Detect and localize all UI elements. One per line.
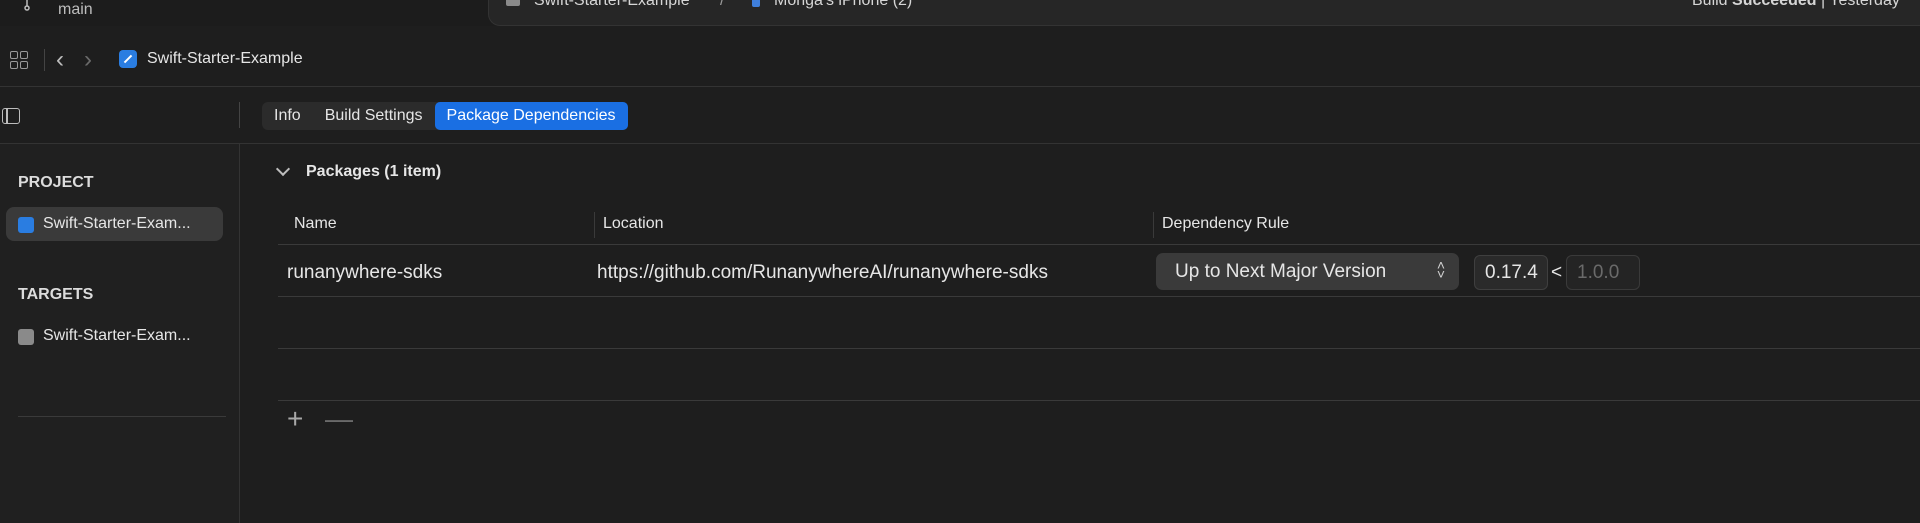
project-targets-sidebar: PROJECT Swift-Starter-Exam... TARGETS Sw… <box>0 144 240 523</box>
xcode-project-icon <box>119 50 137 68</box>
dependency-rule-value: Up to Next Major Version <box>1175 261 1387 282</box>
sidebar-item-target[interactable]: Swift-Starter-Exam... <box>6 319 223 353</box>
scheme-separator: / <box>720 0 725 9</box>
column-divider <box>1153 212 1154 238</box>
column-header-location[interactable]: Location <box>603 215 664 233</box>
scheme-selector[interactable]: Swift-Starter-Example <box>534 0 690 10</box>
device-selector[interactable]: Monga's iPhone (2) <box>774 0 912 10</box>
max-version-field[interactable]: 1.0.0 <box>1566 255 1640 290</box>
column-header-dependency-rule[interactable]: Dependency Rule <box>1162 215 1289 233</box>
sidebar-divider <box>18 416 226 417</box>
packages-section-title: Packages (1 item) <box>306 163 442 180</box>
chevron-up-down-icon: ˄ ˅ <box>1436 257 1445 282</box>
tab-package-dependencies[interactable]: Package Dependencies <box>434 102 628 130</box>
min-version-field[interactable]: 0.17.4 <box>1474 255 1548 290</box>
tab-info[interactable]: Info <box>262 102 313 130</box>
branch-icon <box>24 0 30 11</box>
jumpbar-project-title[interactable]: Swift-Starter-Example <box>147 50 303 68</box>
disclosure-chevron-icon[interactable] <box>275 161 291 177</box>
less-than-label: < <box>1551 262 1563 283</box>
dependency-rule-popup[interactable]: Up to Next Major Version ˄ ˅ <box>1156 253 1459 290</box>
package-location[interactable]: https://github.com/RunanywhereAI/runanyw… <box>597 262 1048 284</box>
build-status: Build Succeeded | Yesterday <box>1692 0 1900 10</box>
build-status-time: | Yesterday <box>1820 0 1900 9</box>
row-divider <box>278 400 1920 401</box>
chevron-left-icon[interactable]: ‹ <box>56 46 64 74</box>
sidebar-item-label: Swift-Starter-Exam... <box>43 327 191 344</box>
sidebar-toggle-icon[interactable] <box>2 108 20 124</box>
scheme-icon <box>506 0 520 6</box>
min-version-value: 0.17.4 <box>1485 262 1538 283</box>
xcode-project-icon <box>18 217 34 233</box>
row-divider <box>278 296 1920 297</box>
tab-build-settings[interactable]: Build Settings <box>313 102 435 130</box>
column-header-name[interactable]: Name <box>294 215 337 233</box>
jumpbar-divider <box>44 49 45 71</box>
remove-package-button[interactable]: — <box>325 405 353 433</box>
add-package-button[interactable]: + <box>287 405 303 433</box>
tabbar-divider <box>239 102 240 128</box>
max-version-value: 1.0.0 <box>1577 262 1620 283</box>
editor-segmented-control: Info Build Settings Package Dependencies <box>262 102 628 130</box>
sidebar-item-project[interactable]: Swift-Starter-Exam... <box>6 207 223 241</box>
row-divider <box>278 348 1920 349</box>
targets-header: TARGETS <box>18 286 94 303</box>
app-target-icon <box>18 329 34 345</box>
build-status-result: Succeeded <box>1732 0 1817 9</box>
related-items-grid-icon[interactable] <box>10 51 28 69</box>
package-name[interactable]: runanywhere-sdks <box>287 262 442 284</box>
project-header: PROJECT <box>18 174 94 191</box>
sidebar-item-label: Swift-Starter-Exam... <box>43 215 191 232</box>
branch-name[interactable]: main <box>58 1 93 19</box>
build-status-prefix: Build <box>1692 0 1728 9</box>
chevron-right-icon[interactable]: › <box>84 46 92 74</box>
column-divider <box>594 212 595 238</box>
iphone-icon <box>752 0 760 7</box>
table-header <box>278 208 1920 245</box>
